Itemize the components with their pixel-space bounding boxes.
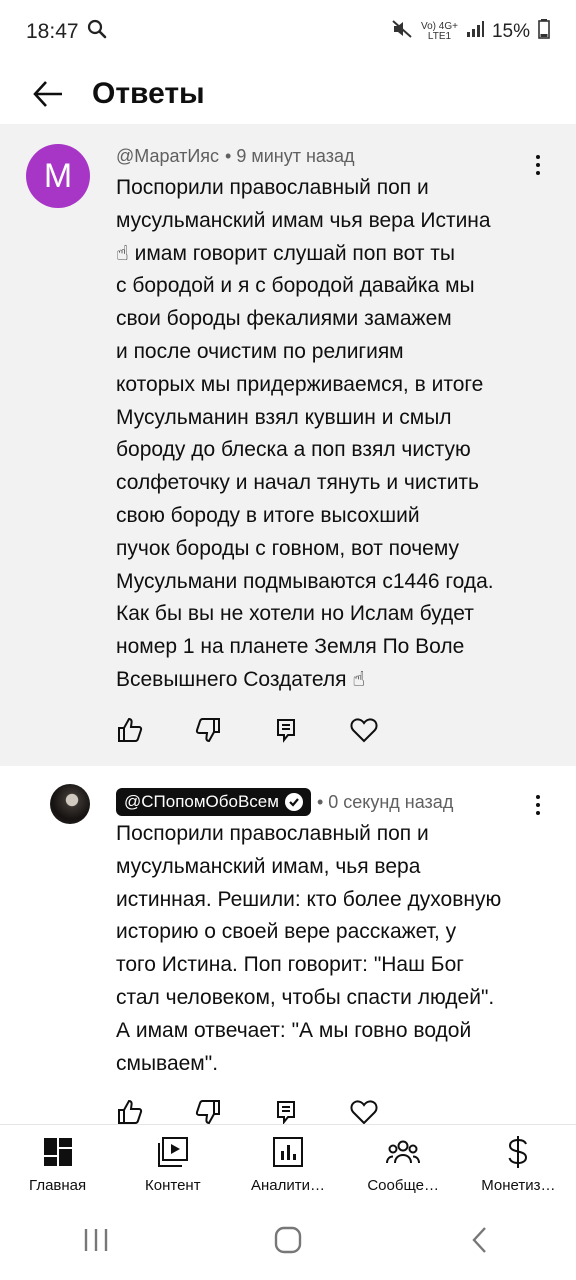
battery-percent: 15% <box>491 21 530 42</box>
parent-comment: M @МаратИяс • 9 минут назад Поспорили пр… <box>0 124 576 766</box>
home-icon <box>274 1226 302 1254</box>
battery-icon <box>538 19 550 45</box>
comment-actions <box>116 716 428 744</box>
system-back-button[interactable] <box>450 1215 510 1265</box>
back-button[interactable] <box>26 72 70 116</box>
network-lte: LTE1 <box>427 31 452 42</box>
like-button[interactable] <box>116 716 144 744</box>
dislike-button[interactable] <box>194 716 222 744</box>
heart-button[interactable] <box>350 716 378 744</box>
thumb-down-icon <box>195 1100 220 1125</box>
dollar-icon <box>501 1135 535 1169</box>
creator-handle-badge[interactable]: @СПопомОбоВсем <box>116 788 311 816</box>
nav-label: Монетиз… <box>481 1177 556 1194</box>
avatar[interactable] <box>50 784 90 824</box>
reply-icon <box>277 1101 295 1125</box>
comment-time: • 0 секунд назад <box>316 791 454 812</box>
like-button[interactable] <box>116 1098 144 1126</box>
status-bar: 18:47 Vo) 4G+ LTE1 15% <box>0 0 576 64</box>
page-title: Ответы <box>92 77 205 110</box>
nav-dashboard[interactable]: Главная <box>3 1135 113 1194</box>
video-library-icon <box>156 1135 190 1169</box>
comment-author: @СПопомОбоВсем <box>124 792 279 811</box>
search-icon <box>87 19 107 45</box>
status-right: Vo) 4G+ LTE1 15% <box>391 19 550 45</box>
analytics-icon <box>271 1135 305 1169</box>
thumb-up-icon <box>118 1099 143 1124</box>
reply-icon <box>277 719 295 743</box>
dislike-button[interactable] <box>194 1098 222 1126</box>
network-indicator: Vo) 4G+ LTE1 <box>421 22 458 42</box>
community-icon <box>386 1135 421 1169</box>
thumb-down-icon <box>195 718 220 743</box>
status-time: 18:47 <box>26 20 79 43</box>
thumb-up-icon <box>118 717 143 742</box>
reply-comment: @СПопомОбоВсем • 0 секунд назад Поспорил… <box>0 766 576 1126</box>
nav-community[interactable]: Сообще… <box>348 1135 458 1194</box>
mute-icon <box>391 19 413 45</box>
recent-apps-icon <box>84 1229 108 1251</box>
arrow-back-icon <box>33 81 62 107</box>
heart-button[interactable] <box>350 1098 378 1126</box>
comment-text: Поспорили православный поп и мусульманск… <box>116 822 502 1075</box>
system-navigation-bar <box>0 1200 576 1280</box>
chevron-left-icon <box>472 1227 486 1253</box>
bottom-navigation: Главная Контент Аналити… Сообще… Монетиз… <box>0 1124 576 1200</box>
comment-text: Поспорили православный поп и мусульманск… <box>116 176 494 691</box>
dashboard-icon <box>41 1135 75 1169</box>
recent-apps-button[interactable] <box>66 1215 126 1265</box>
nav-monetization[interactable]: Монетиз… <box>463 1135 573 1194</box>
avatar[interactable]: M <box>26 144 90 208</box>
comment-time: • 9 минут назад <box>225 146 355 166</box>
nav-label: Контент <box>145 1177 201 1194</box>
signal-icon <box>466 20 484 44</box>
comment-actions <box>116 1098 428 1126</box>
home-button[interactable] <box>258 1215 318 1265</box>
nav-label: Сообще… <box>367 1177 439 1194</box>
more-options-button[interactable] <box>526 788 550 822</box>
status-left: 18:47 <box>26 19 107 45</box>
verified-check-icon <box>284 793 303 811</box>
comment-author[interactable]: @МаратИяс <box>116 146 219 167</box>
reply-button[interactable] <box>272 1098 300 1126</box>
heart-icon <box>350 718 378 743</box>
app-bar: Ответы <box>0 64 576 124</box>
nav-content[interactable]: Контент <box>118 1135 228 1194</box>
nav-label: Главная <box>29 1177 87 1194</box>
nav-label: Аналити… <box>250 1177 325 1194</box>
heart-icon <box>350 1100 378 1125</box>
reply-button[interactable] <box>272 716 300 744</box>
nav-analytics[interactable]: Аналити… <box>233 1135 343 1194</box>
comment-header: @СПопомОбоВсем • 0 секунд назад <box>116 788 453 816</box>
comment-header: @МаратИяс • 9 минут назад <box>116 146 355 167</box>
